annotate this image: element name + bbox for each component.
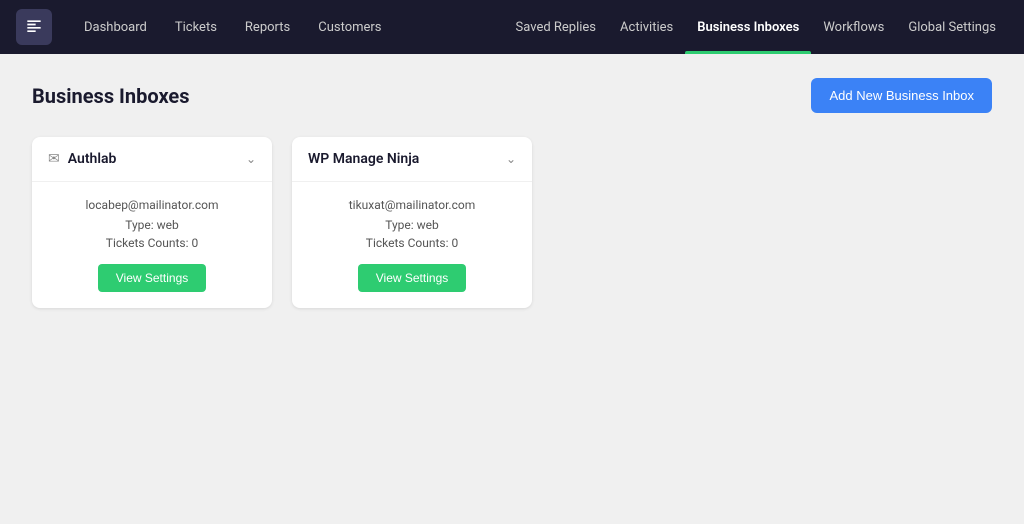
cards-grid: ✉ Authlab ⌄ locabep@mailinator.com Type:…: [32, 137, 992, 308]
nav-item-workflows[interactable]: Workflows: [811, 0, 896, 54]
card-body-wp-manage-ninja: tikuxat@mailinator.com Type: web Tickets…: [292, 182, 532, 308]
nav-item-activities[interactable]: Activities: [608, 0, 685, 54]
add-new-business-inbox-button[interactable]: Add New Business Inbox: [811, 78, 992, 113]
card-name-authlab: Authlab: [68, 151, 117, 167]
nav-item-customers[interactable]: Customers: [306, 0, 393, 54]
inbox-card-wp-manage-ninja: WP Manage Ninja ⌄ tikuxat@mailinator.com…: [292, 137, 532, 308]
inbox-card-authlab: ✉ Authlab ⌄ locabep@mailinator.com Type:…: [32, 137, 272, 308]
page-title: Business Inboxes: [32, 84, 190, 108]
nav-left: Dashboard Tickets Reports Customers: [72, 0, 394, 54]
card-type-authlab: Type: web: [48, 218, 256, 232]
nav-item-dashboard[interactable]: Dashboard: [72, 0, 159, 54]
view-settings-button-authlab[interactable]: View Settings: [98, 264, 207, 292]
card-header-left-wp-manage-ninja: WP Manage Ninja: [308, 151, 419, 167]
card-body-authlab: locabep@mailinator.com Type: web Tickets…: [32, 182, 272, 308]
card-header-wp-manage-ninja: WP Manage Ninja ⌄: [292, 137, 532, 182]
chevron-down-icon-wp-manage-ninja[interactable]: ⌄: [506, 152, 516, 166]
card-header-authlab: ✉ Authlab ⌄: [32, 137, 272, 182]
card-tickets-wp-manage-ninja: Tickets Counts: 0: [308, 236, 516, 250]
page-header: Business Inboxes Add New Business Inbox: [32, 78, 992, 113]
nav-item-reports[interactable]: Reports: [233, 0, 302, 54]
inbox-icon-authlab: ✉: [48, 151, 60, 167]
nav-item-global-settings[interactable]: Global Settings: [896, 0, 1008, 54]
view-settings-button-wp-manage-ninja[interactable]: View Settings: [358, 264, 467, 292]
card-tickets-authlab: Tickets Counts: 0: [48, 236, 256, 250]
nav-item-saved-replies[interactable]: Saved Replies: [504, 0, 609, 54]
nav-right: Saved Replies Activities Business Inboxe…: [504, 0, 1008, 54]
card-email-wp-manage-ninja: tikuxat@mailinator.com: [308, 198, 516, 212]
nav-item-business-inboxes[interactable]: Business Inboxes: [685, 0, 811, 54]
card-name-wp-manage-ninja: WP Manage Ninja: [308, 151, 419, 167]
card-email-authlab: locabep@mailinator.com: [48, 198, 256, 212]
nav-item-tickets[interactable]: Tickets: [163, 0, 229, 54]
chevron-down-icon-authlab[interactable]: ⌄: [246, 152, 256, 166]
card-header-left-authlab: ✉ Authlab: [48, 151, 116, 167]
app-logo[interactable]: [16, 9, 52, 45]
main-content: Business Inboxes Add New Business Inbox …: [0, 54, 1024, 524]
card-type-wp-manage-ninja: Type: web: [308, 218, 516, 232]
navbar: Dashboard Tickets Reports Customers Save…: [0, 0, 1024, 54]
